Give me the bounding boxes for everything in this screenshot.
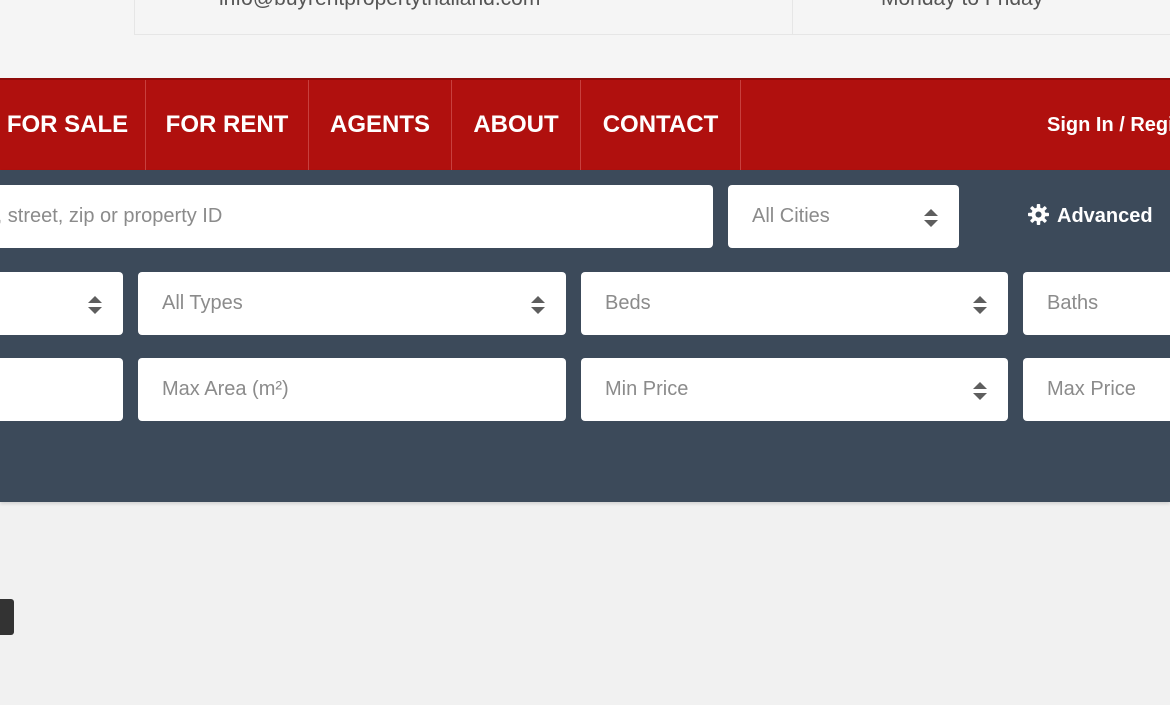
side-tab-button[interactable] xyxy=(0,599,14,635)
city-select-value: All Cities xyxy=(752,205,830,227)
min-area-input[interactable] xyxy=(0,358,123,421)
email-cell: info@buyrentpropertythailand.com xyxy=(134,0,793,35)
type-select[interactable]: All Types xyxy=(138,272,566,335)
sort-arrows-icon xyxy=(531,296,545,314)
nav-agents[interactable]: AGENTS xyxy=(309,80,452,170)
max-area-placeholder: Max Area (m²) xyxy=(162,378,289,400)
nav-contact[interactable]: CONTACT xyxy=(581,80,741,170)
sort-arrows-icon xyxy=(973,382,987,400)
nav-about[interactable]: ABOUT xyxy=(452,80,581,170)
top-contact-bar: info@buyrentpropertythailand.com Monday … xyxy=(0,0,1170,78)
sort-arrows-icon xyxy=(924,209,938,227)
advanced-label: Advanced xyxy=(1057,205,1153,227)
main-nav: FOR SALE FOR RENT AGENTS ABOUT CONTACT S… xyxy=(0,78,1170,170)
baths-select-value: Baths xyxy=(1047,292,1099,314)
baths-select[interactable]: Baths xyxy=(1023,272,1170,335)
city-select[interactable]: All Cities xyxy=(728,185,959,248)
beds-select[interactable]: Beds xyxy=(581,272,1008,335)
nav-for-rent[interactable]: FOR RENT xyxy=(146,80,309,170)
sort-arrows-icon xyxy=(973,296,987,314)
min-price-select[interactable]: Min Price xyxy=(581,358,1008,421)
beds-select-value: Beds xyxy=(605,292,651,314)
office-hours: Monday to Friday xyxy=(881,0,1043,11)
type-select-value: All Types xyxy=(162,292,243,314)
max-price-select-value: Max Price xyxy=(1047,378,1136,400)
min-price-select-value: Min Price xyxy=(605,378,689,400)
advanced-search-toggle[interactable]: Advanced xyxy=(1028,185,1153,248)
property-search-panel: Enter an address, town, street, zip or p… xyxy=(0,170,1170,502)
sort-arrows-icon xyxy=(88,296,102,314)
status-select[interactable] xyxy=(0,272,123,335)
keyword-search-placeholder: Enter an address, town, street, zip or p… xyxy=(0,205,223,227)
max-area-input[interactable]: Max Area (m²) xyxy=(138,358,566,421)
hours-cell: Monday to Friday xyxy=(792,0,1170,35)
sign-in-register-link[interactable]: Sign In / Register xyxy=(1047,80,1170,170)
contact-email[interactable]: info@buyrentpropertythailand.com xyxy=(219,0,540,11)
keyword-search-input[interactable]: Enter an address, town, street, zip or p… xyxy=(0,185,713,248)
gear-icon xyxy=(1028,204,1049,226)
max-price-select[interactable]: Max Price xyxy=(1023,358,1170,421)
nav-for-sale[interactable]: FOR SALE xyxy=(0,80,146,170)
